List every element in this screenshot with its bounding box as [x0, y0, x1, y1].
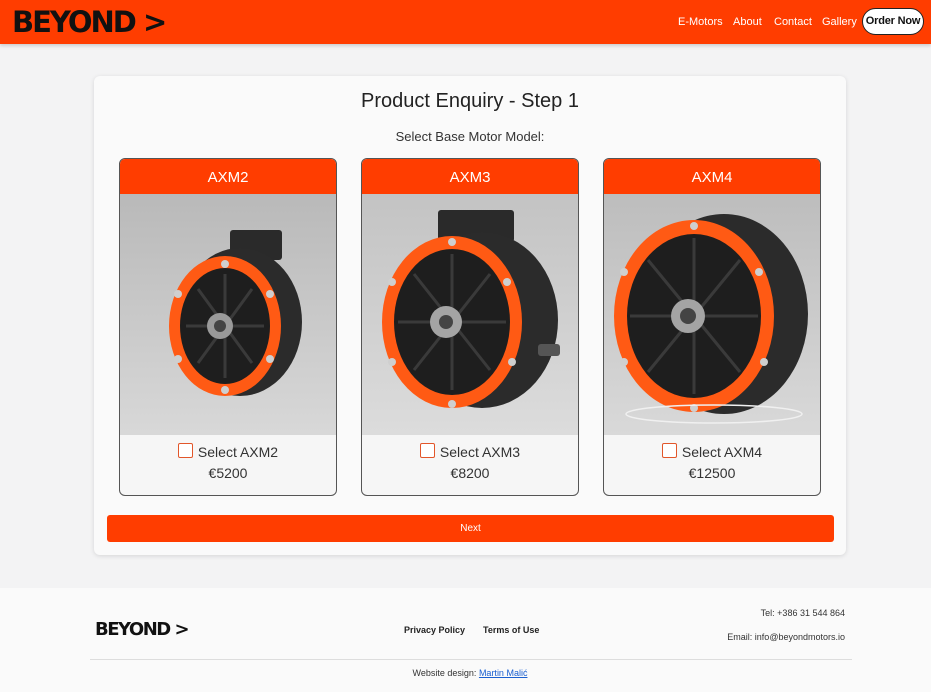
nav-link-about[interactable]: About [733, 16, 762, 28]
footer-divider [90, 659, 852, 660]
order-now-button[interactable]: Order Now [862, 8, 924, 35]
contact-email: Email: info@beyondmotors.io [727, 632, 845, 642]
checkbox-icon[interactable] [177, 443, 193, 458]
model-card-axm4[interactable]: AXM4 Select AXM4 €12500 [603, 158, 821, 496]
credit-prefix: Website design: [412, 668, 477, 678]
motor-image-axm4 [604, 194, 820, 435]
brand-logo[interactable]: BEYOND > [12, 5, 167, 39]
contact-phone: Tel: +386 31 544 864 [760, 608, 845, 618]
privacy-policy-link[interactable]: Privacy Policy [404, 625, 465, 635]
model-price: €12500 [688, 465, 736, 481]
select-label: Select AXM4 [681, 444, 763, 460]
motor-image-axm3 [362, 194, 578, 435]
model-price: €8200 [450, 465, 490, 481]
select-axm2-option[interactable]: Select AXM2 [120, 443, 336, 460]
model-name: AXM2 [120, 159, 336, 194]
checkbox-icon[interactable] [419, 443, 435, 458]
select-label: Select AXM2 [197, 444, 279, 460]
next-button[interactable]: Next [107, 515, 834, 542]
top-navigation-bar: BEYOND > E-Motors About Contact Gallery … [0, 0, 931, 44]
model-name: AXM3 [362, 159, 578, 194]
footer-logo[interactable]: BEYOND > [95, 619, 190, 640]
page-title: Product Enquiry - Step 1 [361, 90, 579, 112]
select-axm3-option[interactable]: Select AXM3 [362, 443, 578, 460]
motor-image-axm2 [120, 194, 336, 435]
design-credit: Website design: Martin Malić [0, 668, 931, 678]
model-card-axm3[interactable]: AXM3 Select AXM3 €8200 [361, 158, 579, 496]
designer-link[interactable]: Martin Malić [479, 668, 528, 678]
nav-link-contact[interactable]: Contact [774, 16, 812, 28]
model-card-axm2[interactable]: AXM2 Select AXM2 €5200 [119, 158, 337, 496]
nav-link-gallery[interactable]: Gallery [822, 16, 857, 28]
site-footer: BEYOND > Privacy Policy Terms of Use Tel… [0, 588, 931, 692]
terms-of-use-link[interactable]: Terms of Use [483, 625, 539, 635]
checkbox-icon[interactable] [661, 443, 677, 458]
model-price: €5200 [208, 465, 248, 481]
select-label: Select AXM3 [439, 444, 521, 460]
model-name: AXM4 [604, 159, 820, 194]
nav-link-e-motors[interactable]: E-Motors [678, 16, 723, 28]
select-axm4-option[interactable]: Select AXM4 [604, 443, 820, 460]
step-instruction: Select Base Motor Model: [395, 129, 545, 144]
